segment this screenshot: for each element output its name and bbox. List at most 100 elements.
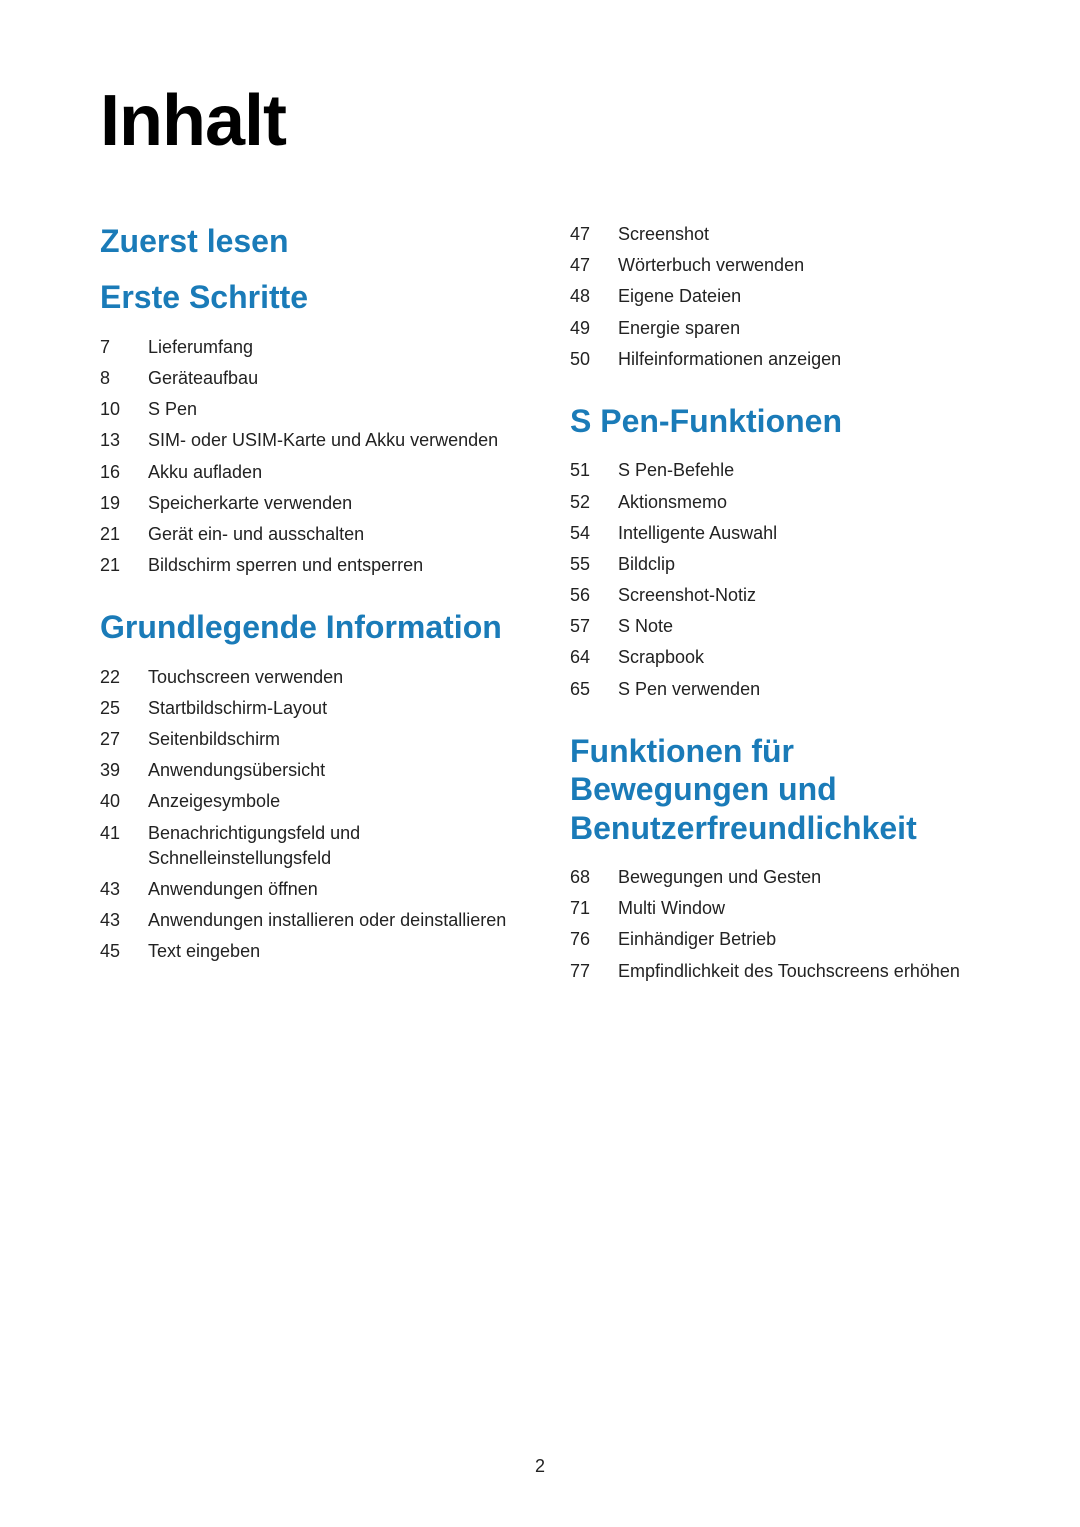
- toc-number: 47: [570, 253, 618, 278]
- list-item: 64 Scrapbook: [570, 645, 980, 670]
- toc-number: 8: [100, 366, 148, 391]
- toc-label: Multi Window: [618, 896, 725, 921]
- toc-label: Aktionsmemo: [618, 490, 727, 515]
- list-item: 22 Touchscreen verwenden: [100, 665, 510, 690]
- toc-number: 39: [100, 758, 148, 783]
- list-item: 71 Multi Window: [570, 896, 980, 921]
- toc-label: Benachrichtigungsfeld und Schnelleinstel…: [148, 821, 510, 871]
- toc-label: S Pen verwenden: [618, 677, 760, 702]
- list-item: 8 Geräteaufbau: [100, 366, 510, 391]
- list-item: 47 Wörterbuch verwenden: [570, 253, 980, 278]
- toc-label: Screenshot-Notiz: [618, 583, 756, 608]
- list-item: 43 Anwendungen installieren oder deinsta…: [100, 908, 510, 933]
- toc-label: Anwendungen installieren oder deinstalli…: [148, 908, 506, 933]
- list-item: 65 S Pen verwenden: [570, 677, 980, 702]
- toc-label: Eigene Dateien: [618, 284, 741, 309]
- toc-number: 22: [100, 665, 148, 690]
- list-item: 41 Benachrichtigungsfeld und Schnelleins…: [100, 821, 510, 871]
- toc-number: 13: [100, 428, 148, 453]
- toc-label: Einhändiger Betrieb: [618, 927, 776, 952]
- toc-label: Bildschirm sperren und entsperren: [148, 553, 423, 578]
- toc-number: 21: [100, 553, 148, 578]
- toc-number: 55: [570, 552, 618, 577]
- toc-list-grundlegende: 22 Touchscreen verwenden 25 Startbildsch…: [100, 665, 510, 965]
- toc-list-bewegungen: 68 Bewegungen und Gesten 71 Multi Window…: [570, 865, 980, 984]
- toc-number: 43: [100, 877, 148, 902]
- toc-number: 47: [570, 222, 618, 247]
- list-item: 55 Bildclip: [570, 552, 980, 577]
- toc-number: 71: [570, 896, 618, 921]
- toc-label: SIM- oder USIM-Karte und Akku verwenden: [148, 428, 498, 453]
- section-heading-spen-funktionen: S Pen-Funktionen: [570, 402, 980, 440]
- toc-number: 10: [100, 397, 148, 422]
- column-right: 47 Screenshot 47 Wörterbuch verwenden 48…: [570, 222, 980, 1014]
- list-item: 25 Startbildschirm-Layout: [100, 696, 510, 721]
- toc-number: 49: [570, 316, 618, 341]
- list-item: 13 SIM- oder USIM-Karte und Akku verwend…: [100, 428, 510, 453]
- toc-label: Touchscreen verwenden: [148, 665, 343, 690]
- toc-label: S Pen: [148, 397, 197, 422]
- toc-label: Energie sparen: [618, 316, 740, 341]
- toc-label: Anwendungen öffnen: [148, 877, 318, 902]
- toc-number: 50: [570, 347, 618, 372]
- list-item: 49 Energie sparen: [570, 316, 980, 341]
- toc-number: 41: [100, 821, 148, 846]
- toc-number: 27: [100, 727, 148, 752]
- toc-number: 51: [570, 458, 618, 483]
- toc-label: Intelligente Auswahl: [618, 521, 777, 546]
- page-title: Inhalt: [100, 80, 980, 162]
- toc-number: 56: [570, 583, 618, 608]
- list-item: 56 Screenshot-Notiz: [570, 583, 980, 608]
- toc-number: 40: [100, 789, 148, 814]
- toc-label: Scrapbook: [618, 645, 704, 670]
- list-item: 50 Hilfeinformationen anzeigen: [570, 347, 980, 372]
- toc-number: 65: [570, 677, 618, 702]
- toc-label: S Note: [618, 614, 673, 639]
- toc-number: 64: [570, 645, 618, 670]
- section-grundlegende: Grundlegende Information 22 Touchscreen …: [100, 608, 510, 964]
- toc-label: Bewegungen und Gesten: [618, 865, 821, 890]
- section-heading-grundlegende: Grundlegende Information: [100, 608, 510, 646]
- page: Inhalt Zuerst lesen Erste Schritte 7 Lie…: [0, 0, 1080, 1527]
- toc-label: Seitenbildschirm: [148, 727, 280, 752]
- toc-label: Anwendungsübersicht: [148, 758, 325, 783]
- list-item: 54 Intelligente Auswahl: [570, 521, 980, 546]
- toc-label: Lieferumfang: [148, 335, 253, 360]
- toc-number: 48: [570, 284, 618, 309]
- toc-label: Hilfeinformationen anzeigen: [618, 347, 841, 372]
- list-item: 77 Empfindlichkeit des Touchscreens erhö…: [570, 959, 980, 984]
- list-item: 57 S Note: [570, 614, 980, 639]
- list-item: 43 Anwendungen öffnen: [100, 877, 510, 902]
- list-item: 27 Seitenbildschirm: [100, 727, 510, 752]
- toc-label: Screenshot: [618, 222, 709, 247]
- toc-label: S Pen-Befehle: [618, 458, 734, 483]
- toc-number: 7: [100, 335, 148, 360]
- toc-label: Wörterbuch verwenden: [618, 253, 804, 278]
- toc-number: 21: [100, 522, 148, 547]
- toc-label: Startbildschirm-Layout: [148, 696, 327, 721]
- toc-number: 54: [570, 521, 618, 546]
- toc-label: Speicherkarte verwenden: [148, 491, 352, 516]
- toc-number: 76: [570, 927, 618, 952]
- list-item: 21 Gerät ein- und ausschalten: [100, 522, 510, 547]
- list-item: 16 Akku aufladen: [100, 460, 510, 485]
- toc-number: 52: [570, 490, 618, 515]
- toc-number: 25: [100, 696, 148, 721]
- list-item: 39 Anwendungsübersicht: [100, 758, 510, 783]
- toc-label: Anzeigesymbole: [148, 789, 280, 814]
- column-left: Zuerst lesen Erste Schritte 7 Lieferumfa…: [100, 222, 510, 1014]
- toc-number: 68: [570, 865, 618, 890]
- two-column-layout: Zuerst lesen Erste Schritte 7 Lieferumfa…: [100, 222, 980, 1014]
- list-item: 52 Aktionsmemo: [570, 490, 980, 515]
- list-item: 40 Anzeigesymbole: [100, 789, 510, 814]
- list-item: 48 Eigene Dateien: [570, 284, 980, 309]
- section-spen-funktionen: S Pen-Funktionen 51 S Pen-Befehle 52 Akt…: [570, 402, 980, 702]
- section-continuation: 47 Screenshot 47 Wörterbuch verwenden 48…: [570, 222, 980, 372]
- list-item: 51 S Pen-Befehle: [570, 458, 980, 483]
- page-number: 2: [535, 1456, 545, 1477]
- list-item: 7 Lieferumfang: [100, 335, 510, 360]
- section-heading-bewegungen: Funktionen für Bewegungen und Benutzerfr…: [570, 732, 980, 847]
- section-bewegungen: Funktionen für Bewegungen und Benutzerfr…: [570, 732, 980, 984]
- toc-label: Geräteaufbau: [148, 366, 258, 391]
- section-zuerst-lesen: Zuerst lesen: [100, 222, 510, 260]
